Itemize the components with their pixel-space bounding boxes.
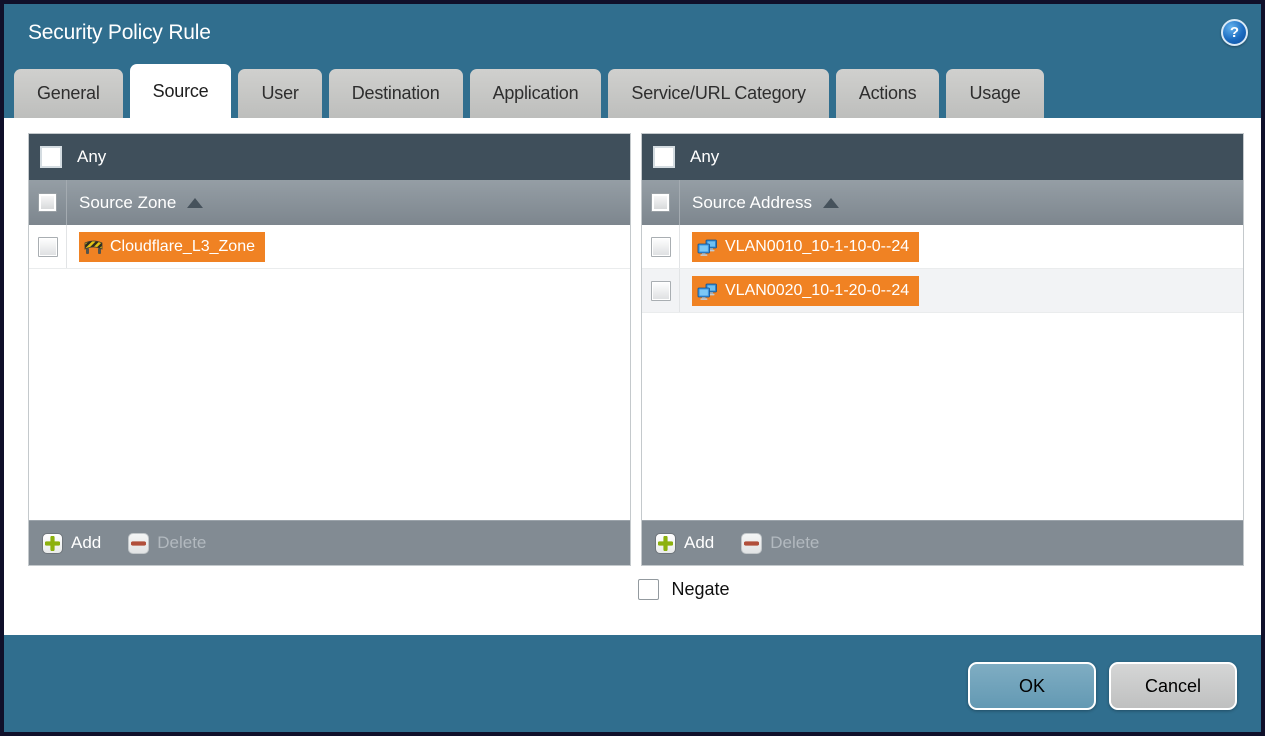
source-zone-column-header: Source Zone	[29, 180, 630, 225]
negate-checkbox[interactable]	[637, 579, 659, 600]
source-address-item-label: VLAN0020_10-1-20-0--24	[725, 282, 910, 299]
plus-icon	[42, 532, 63, 554]
tab-general[interactable]: General	[14, 69, 123, 118]
tab-actions[interactable]: Actions	[835, 69, 940, 118]
plus-icon	[655, 532, 676, 554]
add-button-label: Add	[684, 533, 715, 552]
tab-user[interactable]: User	[238, 69, 322, 118]
zone-icon	[84, 239, 103, 255]
source-zone-any-label: Any	[77, 147, 107, 166]
source-address-item-label: VLAN0010_10-1-10-0--24	[725, 238, 910, 255]
source-address-column-label: Source Address	[692, 192, 813, 212]
source-address-panel-footer: Add Delete	[642, 520, 1243, 565]
minus-icon	[741, 532, 763, 554]
source-address-add-button[interactable]: Add	[655, 532, 715, 554]
source-address-column-sort[interactable]: Source Address	[692, 180, 840, 225]
source-zone-list: Cloudflare_L3_Zone	[29, 225, 630, 520]
source-address-delete-button[interactable]: Delete	[741, 532, 820, 554]
source-address-any-checkbox[interactable]	[653, 146, 675, 168]
source-address-select-all-checkbox[interactable]	[651, 193, 670, 212]
source-zone-item[interactable]: Cloudflare_L3_Zone	[79, 232, 265, 262]
tab-source[interactable]: Source	[129, 64, 232, 118]
delete-button-label: Delete	[770, 533, 820, 552]
source-address-column-header: Source Address	[642, 180, 1243, 225]
add-button-label: Add	[71, 533, 102, 552]
security-policy-rule-dialog: Security Policy Rule ? General Source Us…	[0, 0, 1265, 736]
table-row: VLAN0010_10-1-10-0--24	[642, 225, 1243, 269]
source-zone-panel-footer: Add Delete	[29, 520, 630, 565]
negate-row: Negate	[28, 579, 1244, 600]
source-zone-delete-button[interactable]: Delete	[128, 532, 207, 554]
source-address-item[interactable]: VLAN0010_10-1-10-0--24	[692, 232, 920, 262]
network-address-icon	[697, 283, 718, 300]
source-zone-select-all-checkbox[interactable]	[38, 193, 57, 212]
row-checkbox[interactable]	[650, 236, 671, 257]
tab-bar: General Source User Destination Applicat…	[4, 61, 1261, 118]
source-zone-column-label: Source Zone	[79, 192, 177, 212]
row-checkbox[interactable]	[37, 236, 58, 257]
source-zone-add-button[interactable]: Add	[42, 532, 102, 554]
table-row: VLAN0020_10-1-20-0--24	[642, 269, 1243, 313]
delete-button-label: Delete	[157, 533, 207, 552]
source-tab-content: Any Source Zone Cloudflare_L3_Zone Add D…	[4, 118, 1261, 635]
source-zone-any-checkbox[interactable]	[40, 146, 62, 168]
source-zone-item-label: Cloudflare_L3_Zone	[110, 238, 255, 255]
negate-label: Negate	[671, 579, 730, 599]
source-address-list: VLAN0010_10-1-10-0--24 VLAN0020_10-1-20-…	[642, 225, 1243, 520]
source-zone-any-header: Any	[29, 134, 630, 180]
source-zone-panel: Any Source Zone Cloudflare_L3_Zone Add D…	[28, 133, 631, 566]
source-zone-column-sort[interactable]: Source Zone	[79, 180, 204, 225]
minus-icon	[128, 532, 150, 554]
sort-ascending-icon	[187, 197, 204, 208]
dialog-title: Security Policy Rule	[28, 20, 211, 44]
network-address-icon	[697, 239, 718, 256]
sort-ascending-icon	[823, 197, 840, 208]
dialog-footer: OK Cancel	[4, 635, 1261, 732]
tab-application[interactable]: Application	[469, 69, 602, 118]
tab-service-url-category[interactable]: Service/URL Category	[608, 69, 829, 118]
source-address-item[interactable]: VLAN0020_10-1-20-0--24	[692, 276, 920, 306]
help-icon[interactable]: ?	[1221, 19, 1248, 46]
source-address-panel: Any Source Address VLAN0010_10-1-10-0--2…	[641, 133, 1244, 566]
row-checkbox[interactable]	[650, 280, 671, 301]
dialog-titlebar: Security Policy Rule ?	[4, 4, 1261, 61]
table-row: Cloudflare_L3_Zone	[29, 225, 630, 269]
source-address-any-label: Any	[690, 147, 720, 166]
source-address-any-header: Any	[642, 134, 1243, 180]
cancel-button[interactable]: Cancel	[1109, 662, 1237, 710]
tab-destination[interactable]: Destination	[328, 69, 463, 118]
tab-usage[interactable]: Usage	[946, 69, 1044, 118]
ok-button[interactable]: OK	[968, 662, 1096, 710]
